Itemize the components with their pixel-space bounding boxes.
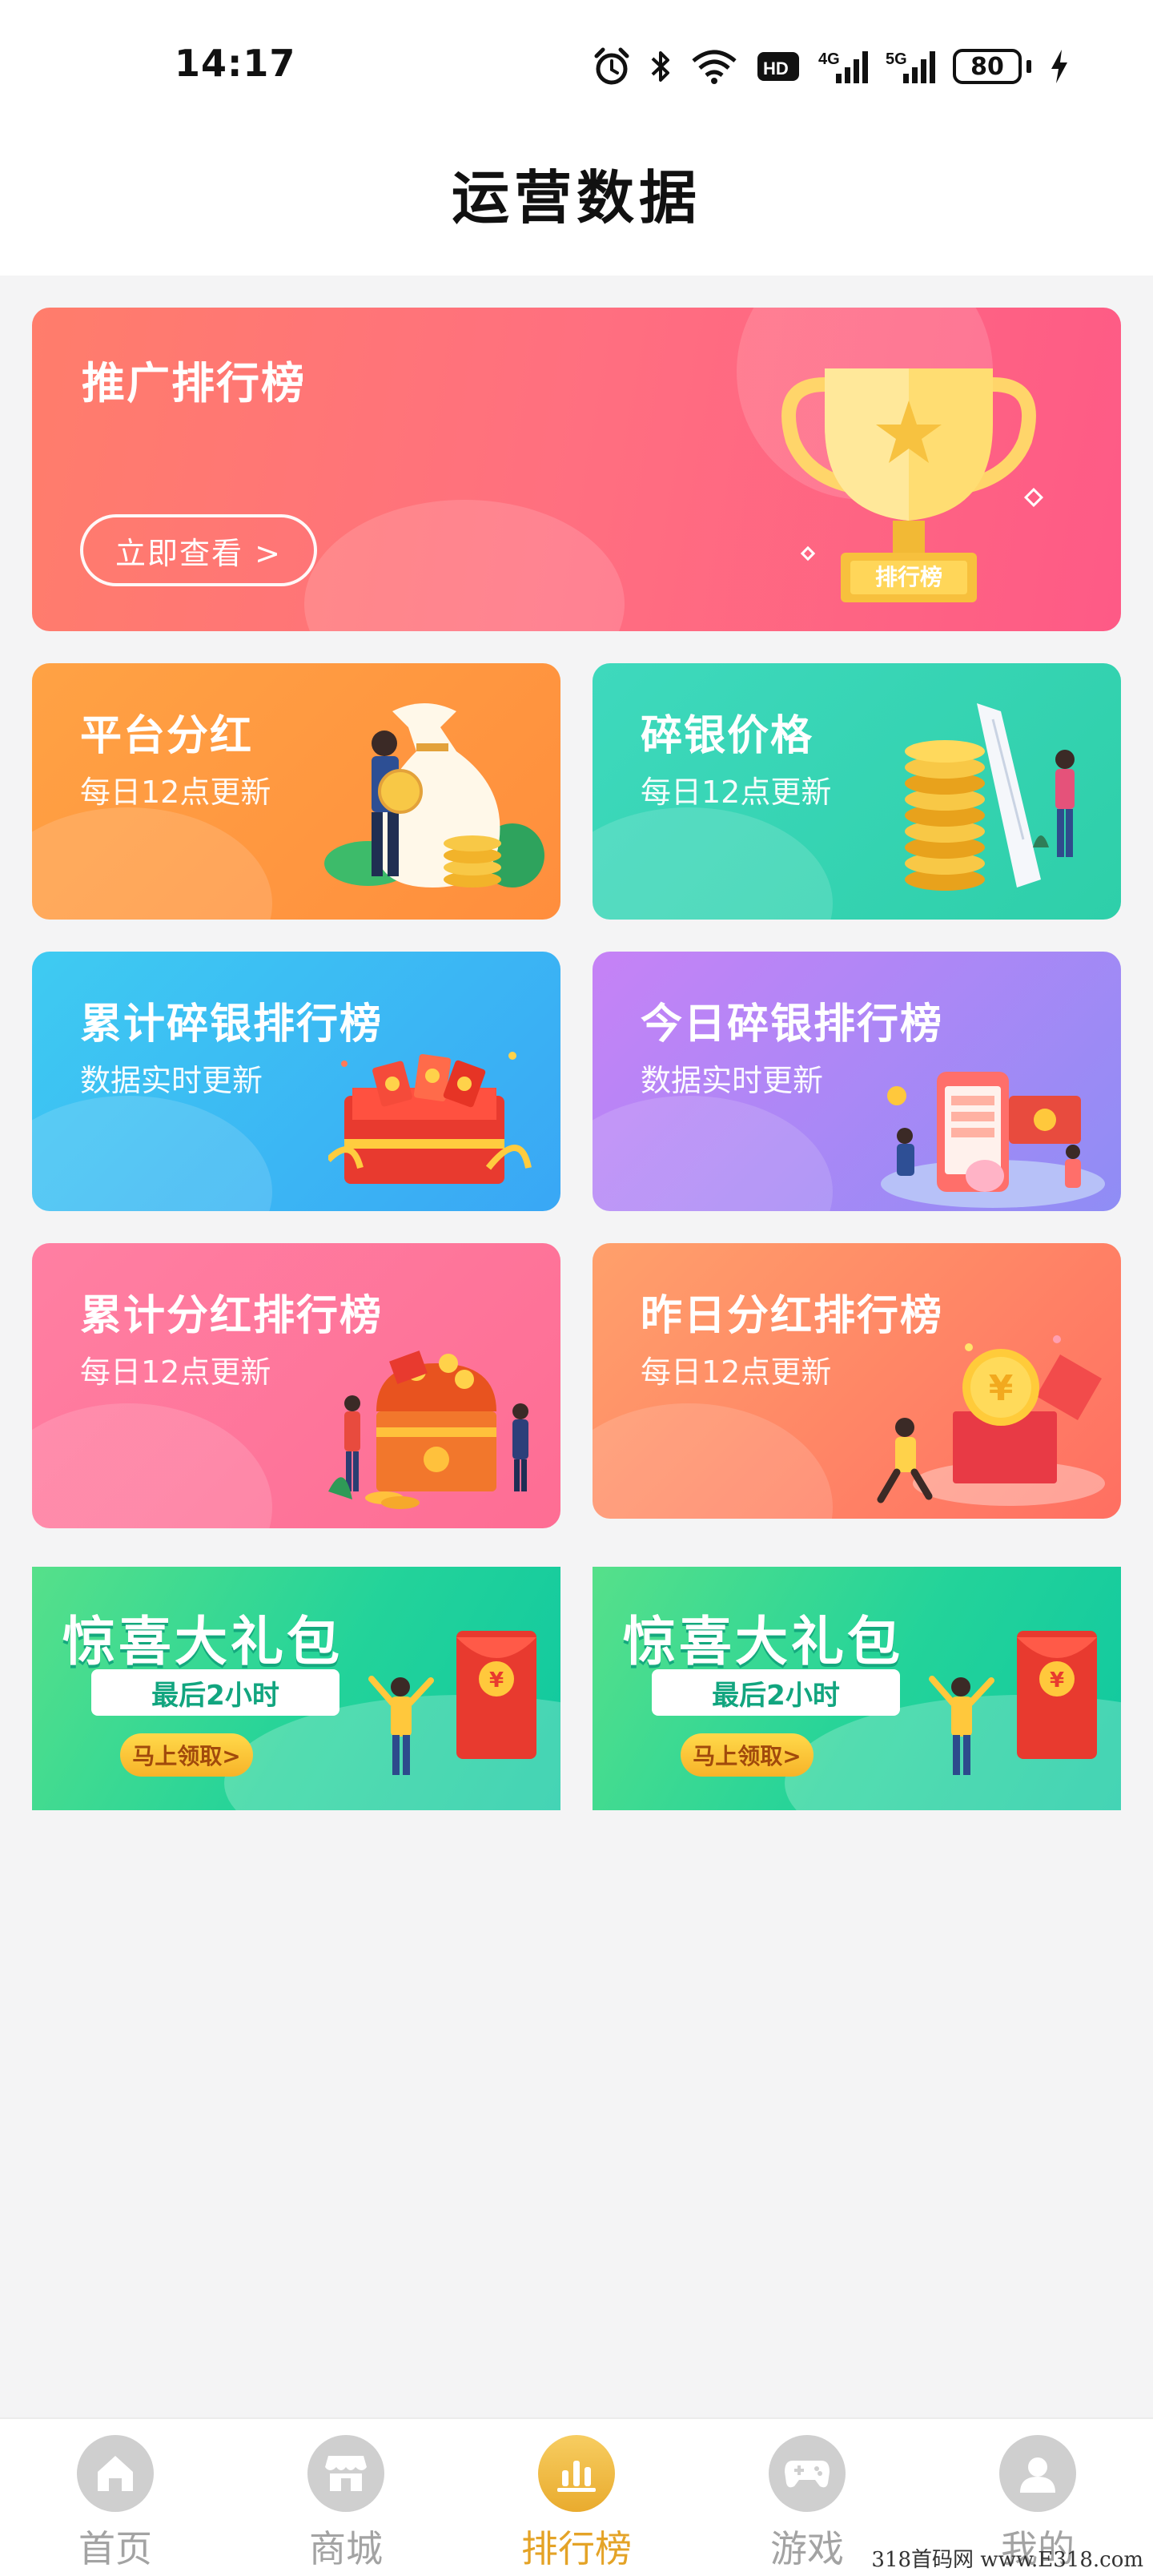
today-silver-ranking-card[interactable]: 今日碎银排行榜 数据实时更新	[593, 952, 1121, 1211]
countdown-badge: 最后2小时	[91, 1669, 339, 1716]
nav-label: 排行榜	[521, 2527, 632, 2570]
nav-item-ranking[interactable]: 排行榜	[461, 2419, 692, 2576]
shop-icon	[307, 2435, 384, 2512]
platform-dividend-card[interactable]: 平台分红 每日12点更新	[32, 663, 560, 920]
card-title: 平台分红	[80, 712, 254, 760]
hd-icon: HD	[757, 52, 799, 81]
bluetooth-icon	[651, 51, 669, 82]
charging-icon	[1051, 50, 1067, 83]
status-time: 14:17	[175, 42, 296, 85]
red-envelope-gift-box-icon	[328, 1052, 532, 1184]
card-subtitle: 每日12点更新	[80, 775, 271, 810]
nav-label: 游戏	[770, 2527, 844, 2570]
gift-pack-banner[interactable]: 惊喜大礼包 最后2小时 马上领取> ¥	[32, 1567, 560, 1810]
claim-now-button[interactable]: 马上领取>	[681, 1733, 814, 1777]
top-area: 14:17 HD 4G 5G 80 运营数据	[0, 0, 1153, 276]
svg-text:¥: ¥	[489, 1668, 504, 1693]
phone-savings-icon	[881, 1072, 1105, 1208]
claim-now-button[interactable]: 马上领取>	[120, 1733, 253, 1777]
card-subtitle: 每日12点更新	[641, 775, 832, 810]
hd-label: HD	[763, 58, 789, 78]
battery-indicator: 80	[953, 49, 1031, 84]
network-5g-label: 5G	[886, 50, 907, 68]
alarm-icon	[594, 47, 629, 85]
money-bag-icon	[324, 703, 544, 888]
status-bar: 14:17 HD 4G 5G 80	[0, 0, 1153, 128]
user-icon	[999, 2435, 1076, 2512]
nav-label: 商城	[309, 2527, 383, 2570]
nav-label: 首页	[78, 2527, 152, 2570]
red-envelope-icon: ¥	[368, 1631, 536, 1775]
yesterday-dividend-ranking-card[interactable]: 昨日分红排行榜 每日12点更新 ¥	[593, 1243, 1121, 1519]
total-dividend-ranking-card[interactable]: 累计分红排行榜 每日12点更新	[32, 1243, 560, 1528]
wifi-icon	[692, 50, 737, 84]
sparkle-icon	[1023, 487, 1044, 508]
watermark: 318首码网 www.E318.com	[871, 2548, 1143, 2572]
banner-title: 惊喜大礼包	[62, 1611, 343, 1672]
card-subtitle: 每日12点更新	[80, 1354, 271, 1390]
home-icon	[77, 2435, 154, 2512]
silver-price-card[interactable]: 碎银价格 每日12点更新	[593, 663, 1121, 920]
coin-stack-chart-icon	[905, 703, 1075, 891]
trophy-icon: 排行榜	[781, 368, 1036, 602]
signal-4g-icon: 4G	[818, 50, 868, 83]
card-subtitle: 数据实时更新	[80, 1063, 263, 1098]
card-subtitle: 每日12点更新	[641, 1354, 832, 1390]
status-icons: HD 4G 5G 80	[593, 40, 1070, 93]
page-title: 运营数据	[451, 164, 701, 231]
card-title: 碎银价格	[641, 712, 814, 760]
promotion-ranking-card[interactable]: 推广排行榜 立即查看 > 排行榜	[32, 308, 1121, 631]
signal-5g-icon: 5G	[886, 50, 935, 83]
svg-text:¥: ¥	[989, 1368, 1014, 1409]
yuan-coin-gift-icon: ¥	[877, 1335, 1105, 1506]
network-4g-label: 4G	[818, 50, 840, 68]
svg-text:¥: ¥	[1050, 1668, 1064, 1693]
treasure-chest-icon	[328, 1350, 528, 1509]
ranking-icon	[538, 2435, 615, 2512]
countdown-badge: 最后2小时	[652, 1669, 900, 1716]
nav-item-shop[interactable]: 商城	[231, 2419, 461, 2576]
banner-title: 惊喜大礼包	[623, 1611, 903, 1672]
red-envelope-icon: ¥	[929, 1631, 1097, 1775]
card-title: 推广排行榜	[82, 358, 306, 409]
sparkle-icon	[800, 545, 816, 561]
nav-item-home[interactable]: 首页	[0, 2419, 231, 2576]
card-title: 累计分红排行榜	[80, 1292, 384, 1340]
battery-level: 80	[953, 49, 1022, 84]
total-silver-ranking-card[interactable]: 累计碎银排行榜 数据实时更新	[32, 952, 560, 1211]
card-title: 今日碎银排行榜	[641, 1000, 944, 1049]
card-subtitle: 数据实时更新	[641, 1063, 824, 1098]
trophy-label: 排行榜	[875, 564, 942, 590]
gamepad-icon	[769, 2435, 846, 2512]
gift-pack-banner[interactable]: 惊喜大礼包 最后2小时 马上领取> ¥	[593, 1567, 1121, 1810]
view-now-button[interactable]: 立即查看 >	[80, 514, 317, 586]
